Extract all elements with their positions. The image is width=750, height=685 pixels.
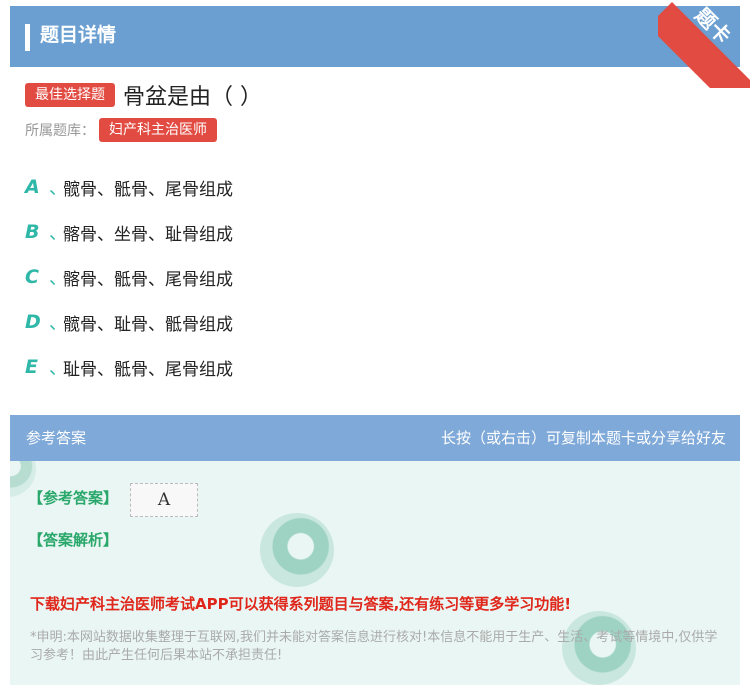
option-letter: E [25, 356, 38, 378]
answer-bar: 参考答案 长按（或右击）可复制本题卡或分享给好友 [10, 415, 740, 461]
option-letter: D [25, 311, 41, 333]
option-c[interactable]: C 、 髂骨、骶骨、尾骨组成 [25, 262, 233, 292]
bank-name-link[interactable]: 妇产科主治医师 [99, 118, 217, 142]
reference-answer-label: 【参考答案】 [28, 489, 119, 507]
question-bank-row: 所属题库： 妇产科主治医师 [25, 118, 217, 142]
question-text: 骨盆是由（ ） [123, 85, 262, 110]
option-text: 髋骨、骶骨、尾骨组成 [63, 179, 233, 200]
answer-bar-title: 参考答案 [26, 429, 87, 447]
option-letter: A [25, 176, 40, 198]
corner-ribbon: 题卡 [658, 0, 750, 88]
answer-image: A [130, 483, 198, 517]
header-accent-bar [25, 24, 30, 51]
option-text: 髂骨、坐骨、耻骨组成 [63, 224, 233, 245]
explanation-label: 【答案解析】 [28, 531, 119, 549]
download-app-promo[interactable]: 下载妇产科主治医师考试APP可以获得系列题目与答案,还有练习等更多学习功能! [30, 593, 571, 614]
option-e[interactable]: E 、 耻骨、骶骨、尾骨组成 [25, 352, 233, 382]
option-separator: 、 [49, 223, 67, 244]
option-text: 髋骨、耻骨、骶骨组成 [63, 314, 233, 335]
option-b[interactable]: B 、 髂骨、坐骨、耻骨组成 [25, 217, 233, 247]
option-letter: C [25, 266, 39, 288]
option-letter: B [25, 221, 40, 243]
option-separator: 、 [49, 268, 67, 289]
watermark-logo-icon [260, 513, 334, 587]
question-type-badge: 最佳选择题 [25, 83, 115, 107]
option-d[interactable]: D 、 髋骨、耻骨、骶骨组成 [25, 307, 233, 337]
bank-label: 所属题库： [25, 123, 95, 139]
option-separator: 、 [49, 313, 67, 334]
question-row: 最佳选择题 骨盆是由（ ） [25, 80, 262, 110]
page-title: 题目详情 [40, 24, 117, 46]
option-separator: 、 [49, 358, 67, 379]
share-hint: 长按（或右击）可复制本题卡或分享给好友 [440, 429, 726, 447]
option-separator: 、 [49, 178, 67, 199]
option-a[interactable]: A 、 髋骨、骶骨、尾骨组成 [25, 172, 233, 202]
option-text: 髂骨、骶骨、尾骨组成 [63, 269, 233, 290]
option-text: 耻骨、骶骨、尾骨组成 [63, 359, 233, 380]
answer-panel: 【参考答案】 A 【答案解析】 下载妇产科主治医师考试APP可以获得系列题目与答… [10, 461, 740, 685]
page-header: 题目详情 [10, 6, 740, 67]
disclaimer-text: *申明:本网站数据收集整理于互联网,我们并未能对答案信息进行核对!本信息不能用于… [30, 630, 718, 663]
